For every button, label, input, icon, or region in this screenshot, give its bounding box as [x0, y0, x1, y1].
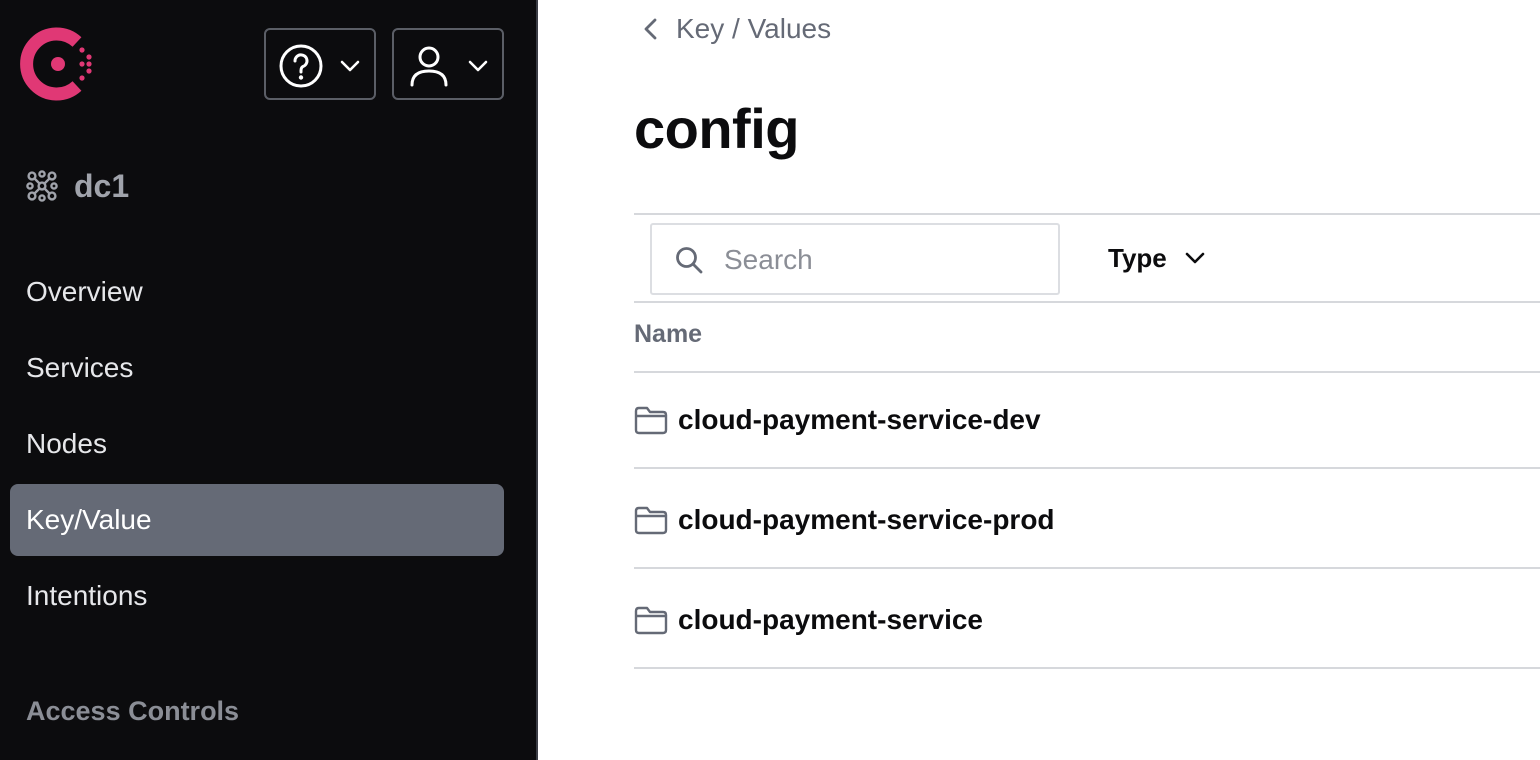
sidebar-divider: [536, 0, 538, 760]
nav-item-nodes[interactable]: Nodes: [10, 408, 504, 480]
nav-item-overview[interactable]: Overview: [10, 256, 504, 328]
folder-icon: [634, 406, 668, 435]
datacenter-selector[interactable]: dc1: [26, 166, 129, 206]
type-filter-dropdown[interactable]: Type: [1108, 238, 1207, 278]
user-menu-button[interactable]: [392, 28, 504, 100]
nav-item-services[interactable]: Services: [10, 332, 504, 404]
nav-item-key-value[interactable]: Key/Value: [10, 484, 504, 556]
breadcrumb-link[interactable]: Key / Values: [676, 13, 831, 45]
divider: [634, 467, 1540, 469]
divider: [634, 213, 1540, 215]
search-icon: [676, 247, 703, 274]
chevron-down-icon: [1185, 252, 1205, 264]
consul-logo[interactable]: [20, 26, 96, 102]
divider: [634, 301, 1540, 303]
folder-icon: [634, 506, 668, 535]
datacenter-icon: [26, 170, 58, 202]
column-header-name[interactable]: Name: [634, 320, 702, 349]
divider: [634, 567, 1540, 569]
table-row[interactable]: cloud-payment-service-prod: [634, 471, 1540, 569]
row-name[interactable]: cloud-payment-service-dev: [678, 404, 1041, 436]
user-icon: [410, 46, 448, 87]
chevron-left-icon: [644, 18, 657, 40]
nav-section-access-controls: Access Controls: [26, 696, 240, 726]
type-filter-label: Type: [1108, 242, 1167, 273]
search-box[interactable]: [650, 223, 1060, 295]
folder-icon: [634, 606, 668, 635]
nav-item-intentions[interactable]: Intentions: [10, 560, 504, 632]
datacenter-label: dc1: [74, 167, 130, 204]
help-circle-icon: [279, 44, 323, 88]
row-name[interactable]: cloud-payment-service-prod: [678, 504, 1055, 536]
search-input[interactable]: [724, 237, 1044, 283]
table-row[interactable]: cloud-payment-service: [634, 571, 1540, 669]
divider: [634, 667, 1540, 669]
table-row[interactable]: cloud-payment-service-dev: [634, 371, 1540, 469]
sidebar: dc1 Overview Services Nodes Key/Value In…: [0, 0, 536, 760]
chevron-down-icon: [340, 60, 360, 72]
row-name[interactable]: cloud-payment-service: [678, 604, 983, 636]
breadcrumb[interactable]: Key / Values: [638, 10, 831, 48]
help-menu-button[interactable]: [264, 28, 376, 100]
page-title: config: [634, 97, 799, 160]
chevron-down-icon: [468, 60, 488, 72]
